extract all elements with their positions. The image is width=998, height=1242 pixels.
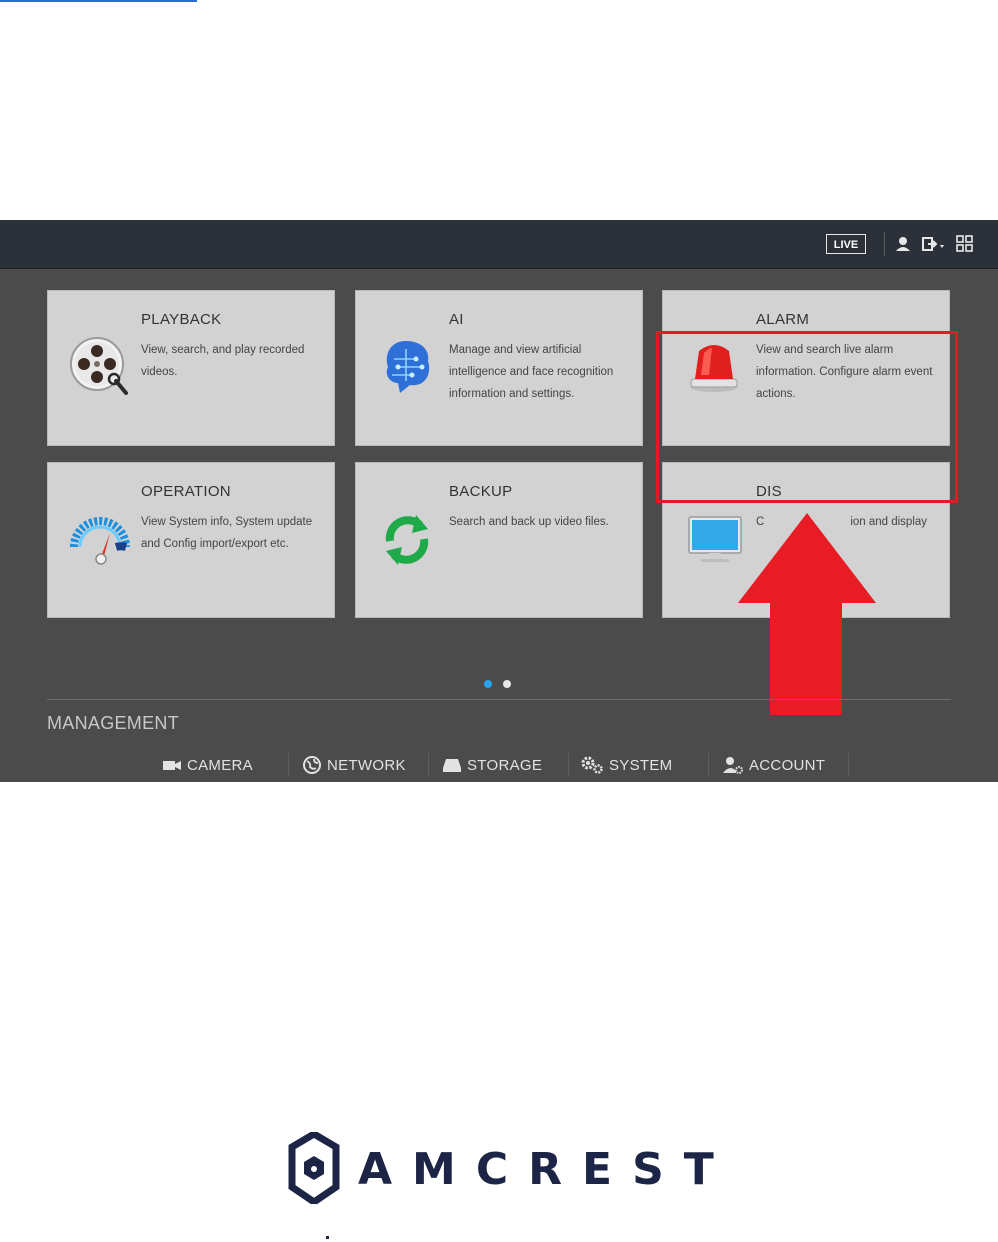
management-separator	[428, 753, 429, 777]
amcrest-shield-icon	[288, 1132, 340, 1204]
gears-icon	[581, 756, 603, 774]
tile-description: View, search, and play recorded videos.	[141, 344, 305, 378]
gauge-icon	[70, 517, 130, 565]
ai-brain-icon	[386, 341, 430, 393]
user-settings-icon	[723, 757, 743, 774]
camera-icon	[163, 761, 181, 770]
tile-title: ALARM	[756, 311, 810, 328]
hard-drive-icon	[443, 759, 461, 772]
management-title: MANAGEMENT	[47, 713, 180, 733]
tile-ai[interactable]: AI Manage and view artificial intelligen…	[355, 290, 643, 446]
logo-wordmark: AMCREST	[358, 1144, 734, 1195]
tile-description: Search and back up video files.	[449, 516, 609, 528]
page-dot[interactable]	[503, 680, 511, 688]
film-reel-icon	[70, 337, 128, 395]
monitor-icon	[688, 516, 742, 562]
management-separator	[568, 753, 569, 777]
tile-description: Manage and view artificial intelligence …	[449, 344, 614, 400]
top-bar: LIVE	[0, 220, 998, 269]
logout-icon[interactable]	[920, 233, 948, 255]
tile-backup[interactable]: BACKUP Search and back up video files.	[355, 462, 643, 618]
tile-operation[interactable]: OPERATION View System info, System updat…	[47, 462, 335, 618]
management-item-label: NETWORK	[327, 756, 406, 774]
alarm-highlight-box	[656, 331, 958, 503]
amcrest-logo: AMCREST	[288, 1132, 714, 1212]
management-separator	[288, 753, 289, 777]
management-separator	[708, 753, 709, 777]
tile-description: View System info, System update and Conf…	[141, 516, 313, 550]
management-divider	[47, 699, 951, 700]
management-camera[interactable]: CAMERA	[162, 754, 253, 776]
tile-playback[interactable]: PLAYBACK View, search, and play recorded…	[47, 290, 335, 446]
top-link-underline	[0, 0, 197, 2]
management-storage[interactable]: STORAGE	[442, 754, 542, 776]
top-bar-separator	[884, 232, 885, 256]
live-button[interactable]: LIVE	[826, 234, 866, 254]
page-mark	[326, 1236, 329, 1239]
management-item-label: STORAGE	[467, 756, 543, 774]
management-item-label: CAMERA	[187, 756, 253, 774]
tile-title: AI	[449, 311, 464, 328]
annotation-arrow-icon	[738, 513, 876, 715]
management-item-label: SYSTEM	[609, 756, 673, 774]
user-icon[interactable]	[892, 233, 914, 255]
management-network[interactable]: NETWORK	[302, 754, 406, 776]
management-account[interactable]: ACCOUNT	[722, 754, 825, 776]
globe-icon	[303, 756, 321, 774]
page-dot-active[interactable]	[484, 680, 492, 688]
management-item-label: ACCOUNT	[749, 756, 826, 774]
tile-title: OPERATION	[141, 483, 231, 500]
sync-arrows-icon	[385, 515, 429, 565]
grid-menu-icon[interactable]	[954, 233, 976, 255]
management-separator	[848, 753, 849, 777]
tile-title: BACKUP	[449, 483, 513, 500]
dvr-main-menu-screenshot: LIVE PLAYBACK View, search, and play rec…	[0, 220, 998, 782]
tile-title: PLAYBACK	[141, 311, 222, 328]
management-system[interactable]: SYSTEM	[580, 754, 672, 776]
main-menu-content: PLAYBACK View, search, and play recorded…	[0, 269, 998, 782]
